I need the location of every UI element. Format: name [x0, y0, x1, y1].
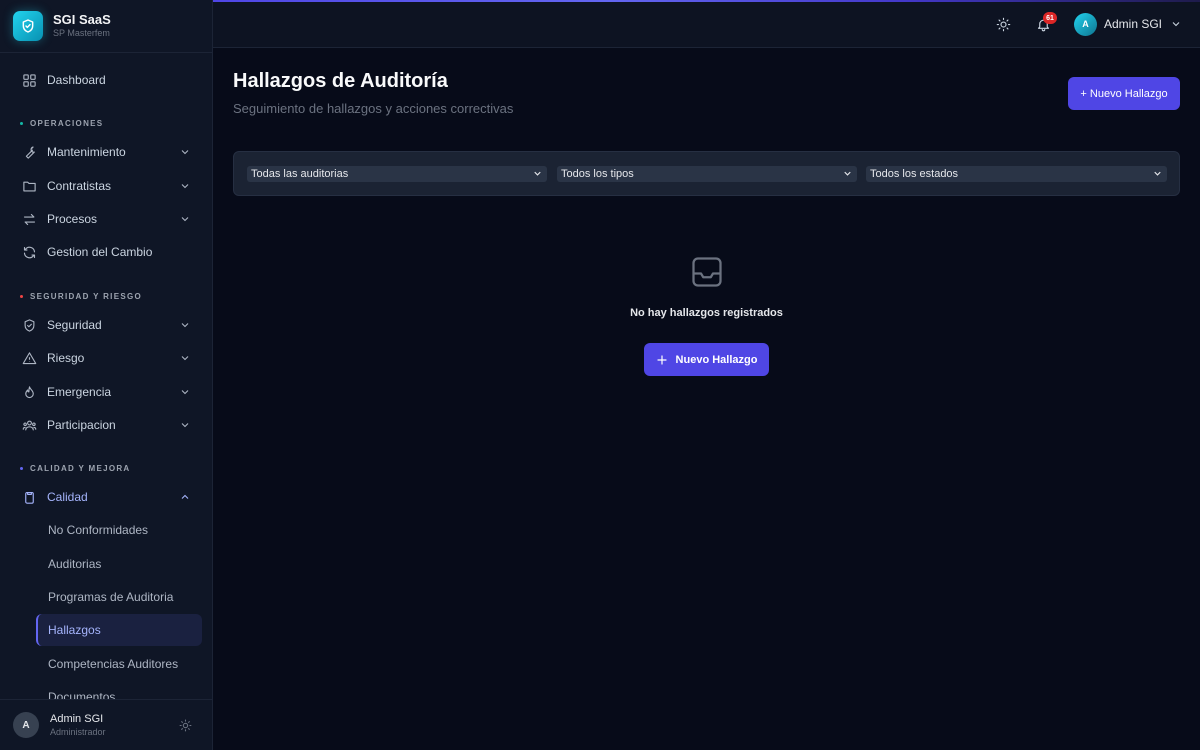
chevron-down-icon	[842, 168, 853, 179]
brand-name: SGI SaaS	[53, 12, 111, 27]
sidebar-item-label: Procesos	[47, 212, 98, 226]
chevron-down-icon	[178, 145, 192, 159]
theme-toggle-sun-icon[interactable]	[994, 15, 1012, 33]
chevron-down-icon	[1170, 18, 1182, 30]
sidebar-item-label: Calidad	[47, 490, 88, 504]
sidebar-item-mantenimiento[interactable]: Mantenimiento	[14, 136, 202, 168]
button-label: Nuevo Hallazgo	[675, 353, 758, 366]
sidebar: SGI SaaS SP Masterfem Dashboard OPERACIO…	[0, 0, 213, 750]
sidebar-item-calidad[interactable]: Calidad	[14, 481, 202, 513]
brand[interactable]: SGI SaaS SP Masterfem	[0, 0, 212, 53]
sidebar-item-participacion[interactable]: Participacion	[14, 409, 202, 441]
sun-icon[interactable]	[179, 719, 192, 732]
select-value: Todos los estados	[870, 168, 959, 180]
topbar-user-name: Admin SGI	[1104, 17, 1163, 31]
arrows-icon	[20, 210, 38, 228]
new-hallazgo-button[interactable]: + Nuevo Hallazgo	[1068, 77, 1180, 110]
sidebar-user-footer[interactable]: A Admin SGI Administrador	[0, 699, 212, 750]
sidebar-item-label: Emergencia	[47, 385, 112, 399]
dashboard-grid-icon	[20, 71, 38, 89]
chevron-down-icon	[178, 318, 192, 332]
sidebar-item-label: Riesgo	[47, 351, 85, 365]
sidebar-item-label: Seguridad	[47, 318, 102, 332]
notification-badge: 61	[1043, 12, 1057, 24]
chevron-down-icon	[178, 179, 192, 193]
plus-icon	[656, 354, 668, 366]
sidebar-item-label: Mantenimiento	[47, 145, 126, 159]
avatar: A	[1074, 12, 1097, 36]
chevron-down-icon	[178, 418, 192, 432]
sidebar-item-label: Participacion	[47, 418, 116, 432]
brand-subtitle: SP Masterfem	[53, 28, 110, 38]
sidebar-item-emergencia[interactable]: Emergencia	[14, 376, 202, 408]
estado-filter-select[interactable]: Todos los estados	[866, 166, 1167, 182]
select-value: Todos los tipos	[561, 168, 634, 180]
shield-check-icon	[13, 11, 43, 41]
section-calidad-mejora: CALIDAD Y MEJORA	[20, 464, 131, 473]
topbar-accent-line	[213, 0, 1200, 2]
section-label: OPERACIONES	[30, 119, 104, 128]
sidebar-item-procesos[interactable]: Procesos	[14, 203, 202, 235]
page-subtitle: Seguimiento de hallazgos y acciones corr…	[233, 101, 514, 116]
chevron-down-icon	[1152, 168, 1163, 179]
folder-icon	[20, 177, 38, 195]
chevron-down-icon	[178, 351, 192, 365]
sidebar-subitem-auditorias[interactable]: Auditorias	[36, 548, 202, 580]
section-label: CALIDAD Y MEJORA	[30, 464, 131, 473]
wrench-icon	[20, 143, 38, 161]
sidebar-item-label: Contratistas	[47, 179, 112, 193]
footer-user-name: Admin SGI	[50, 712, 104, 725]
clipboard-icon	[20, 488, 38, 506]
sidebar-item-label: Dashboard	[47, 73, 106, 87]
filter-bar: Todas las auditorias Todos los tipos Tod…	[233, 151, 1180, 196]
user-menu[interactable]: A Admin SGI	[1074, 12, 1182, 36]
sidebar-item-riesgo[interactable]: Riesgo	[14, 342, 202, 374]
empty-state-new-hallazgo-button[interactable]: Nuevo Hallazgo	[644, 343, 769, 376]
shield-icon	[20, 316, 38, 334]
avatar: A	[13, 712, 39, 738]
select-value: Todas las auditorias	[251, 168, 349, 180]
section-dot	[20, 295, 23, 298]
sidebar-subitem-hallazgos[interactable]: Hallazgos	[36, 614, 202, 646]
users-icon	[20, 416, 38, 434]
auditoria-filter-select[interactable]: Todas las auditorias	[247, 166, 547, 182]
page-title: Hallazgos de Auditoría	[233, 70, 448, 92]
sidebar-subitem-competencias-auditores[interactable]: Competencias Auditores	[36, 648, 202, 680]
section-dot	[20, 122, 23, 125]
chevron-down-icon	[178, 385, 192, 399]
chevron-down-icon	[532, 168, 543, 179]
sidebar-subitem-no-conformidades[interactable]: No Conformidades	[36, 514, 202, 546]
sidebar-item-gestion-cambio[interactable]: Gestion del Cambio	[14, 236, 202, 268]
section-seguridad-riesgo: SEGURIDAD Y RIESGO	[20, 292, 142, 301]
tipo-filter-select[interactable]: Todos los tipos	[557, 166, 857, 182]
footer-user-role: Administrador	[50, 726, 106, 737]
flame-icon	[20, 383, 38, 401]
warning-icon	[20, 349, 38, 367]
sidebar-nav: Dashboard OPERACIONES Mantenimiento Cont…	[0, 53, 212, 699]
section-label: SEGURIDAD Y RIESGO	[30, 292, 143, 301]
chevron-up-icon	[178, 490, 192, 504]
section-operaciones: OPERACIONES	[20, 119, 103, 128]
topbar: 61 A Admin SGI	[213, 0, 1200, 48]
sidebar-item-contratistas[interactable]: Contratistas	[14, 170, 202, 202]
refresh-icon	[20, 243, 38, 261]
sidebar-item-dashboard[interactable]: Dashboard	[14, 64, 202, 96]
sidebar-item-seguridad[interactable]: Seguridad	[14, 309, 202, 341]
sidebar-subitem-programas-auditoria[interactable]: Programas de Auditoria	[36, 581, 202, 613]
chevron-down-icon	[178, 212, 192, 226]
sidebar-subitem-documentos[interactable]: Documentos	[36, 681, 202, 699]
inbox-icon	[689, 254, 725, 295]
empty-state-message: No hay hallazgos registrados	[630, 307, 783, 319]
section-dot	[20, 467, 23, 470]
sidebar-item-label: Gestion del Cambio	[47, 245, 153, 259]
